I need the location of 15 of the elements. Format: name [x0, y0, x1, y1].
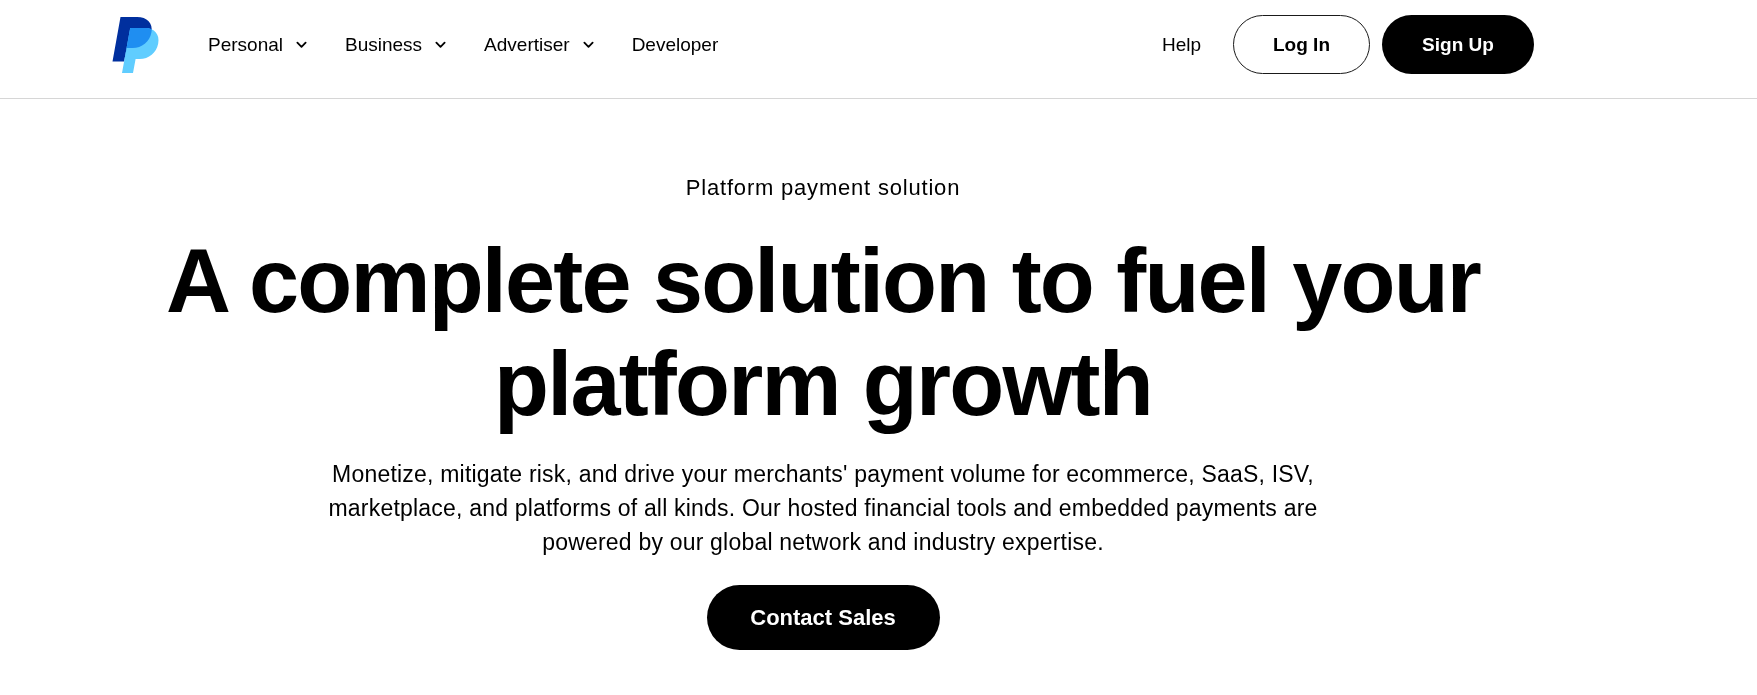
chevron-down-icon: [435, 40, 447, 49]
nav-link[interactable]: Developer: [631, 32, 719, 57]
help-link[interactable]: Help: [1161, 32, 1201, 57]
logo-icon[interactable]: [112, 16, 160, 73]
hero-description: Monetize, mitigate risk, and drive your merchants' payment volume for ecommerce, SaaS, ISV, marketplace, and platforms of all kinds. Our hosted financial tools and embedded payments are powered by our global network and industry expertise.: [327, 460, 1319, 557]
contact-sales-button[interactable]: Contact Sales: [706, 585, 940, 650]
nav-link[interactable]: Personal: [208, 32, 307, 57]
nav-link[interactable]: Business: [345, 32, 447, 57]
chevron-down-icon: [582, 40, 594, 49]
chevron-down-icon: [296, 40, 307, 49]
eyebrow-text: Platform payment solution: [685, 174, 961, 202]
hero-heading: A complete solution to fuel your platform growth: [164, 230, 1482, 436]
signup-button[interactable]: Sign Up: [1382, 15, 1534, 74]
nav-link[interactable]: Advertiser: [484, 32, 594, 57]
login-button[interactable]: Log In: [1233, 15, 1370, 74]
